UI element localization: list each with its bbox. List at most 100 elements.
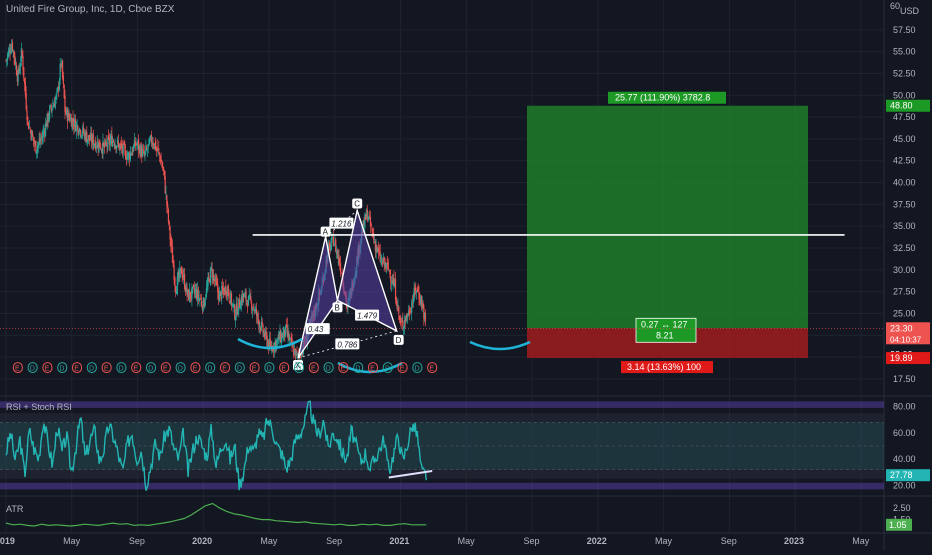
marker-letter: E bbox=[222, 366, 227, 373]
candle-body bbox=[228, 292, 230, 300]
candle-body bbox=[17, 69, 19, 82]
candle-body bbox=[370, 224, 372, 227]
candle-body bbox=[369, 215, 371, 217]
candle-body bbox=[119, 145, 121, 149]
candle-body bbox=[158, 152, 161, 156]
price-tick-label: 27.50 bbox=[893, 287, 916, 297]
price-tick-label: 17.50 bbox=[893, 374, 916, 384]
candle-body bbox=[109, 140, 111, 146]
marker-letter: E bbox=[74, 366, 79, 373]
symbol-title[interactable]: United Fire Group, Inc, 1D, Cboe BZX bbox=[6, 4, 174, 15]
candle-body bbox=[75, 123, 77, 132]
price-tick-label: 57.50 bbox=[893, 25, 916, 35]
candle-body bbox=[37, 143, 39, 147]
price-tick-label: 52.50 bbox=[893, 68, 916, 78]
marker-letter: D bbox=[355, 366, 360, 373]
candle-body bbox=[340, 273, 342, 275]
candle-body bbox=[164, 176, 166, 194]
candle-body bbox=[21, 51, 23, 56]
candle-body bbox=[261, 321, 263, 324]
candle-body bbox=[28, 122, 30, 130]
candle-body bbox=[335, 239, 337, 252]
candle-body bbox=[276, 338, 279, 342]
marker-letter: D bbox=[59, 366, 64, 373]
atr-pane-label: ATR bbox=[6, 504, 24, 514]
candle-body bbox=[99, 147, 102, 150]
marker-letter: D bbox=[385, 366, 390, 373]
price-tick-label: 37.50 bbox=[893, 199, 916, 209]
candle-body bbox=[200, 298, 202, 300]
price-tick-label: 30.00 bbox=[893, 265, 916, 275]
candle-body bbox=[102, 140, 104, 154]
candle-body bbox=[146, 149, 149, 150]
candle-body bbox=[395, 298, 397, 306]
vertex-b-label: B bbox=[334, 303, 339, 312]
candle-body bbox=[50, 106, 52, 109]
vertex-a-label: A bbox=[323, 228, 329, 237]
marker-letter: E bbox=[281, 366, 286, 373]
x-axis-label: Sep bbox=[129, 536, 145, 546]
candle-body bbox=[32, 133, 34, 137]
rsi-ob-band bbox=[0, 401, 884, 408]
candle-body bbox=[411, 302, 413, 313]
target-label: 25.77 (111.90%) 3782.8 bbox=[615, 93, 710, 103]
candle-body bbox=[219, 290, 221, 292]
candle-body bbox=[28, 126, 31, 128]
x-axis-label: Sep bbox=[721, 536, 737, 546]
price-tick-label: 40.00 bbox=[893, 178, 916, 188]
candle-body bbox=[116, 145, 118, 149]
price-tick-label: 42.50 bbox=[893, 156, 916, 166]
x-axis-label: May bbox=[63, 536, 81, 546]
candle-body bbox=[259, 325, 261, 328]
marker-letter: D bbox=[237, 366, 242, 373]
stop-label: 3.14 (13.63%) 100 bbox=[627, 362, 701, 372]
candle-body bbox=[25, 93, 27, 110]
marker-letter: E bbox=[370, 366, 375, 373]
candle-body bbox=[215, 279, 217, 283]
price-tick-label: 55.00 bbox=[893, 47, 916, 57]
x-axis-label: 2023 bbox=[784, 536, 804, 546]
candle-body bbox=[81, 133, 83, 135]
candle-body bbox=[205, 298, 207, 301]
candle-body bbox=[144, 151, 146, 156]
candle-body bbox=[23, 67, 25, 79]
candle-body bbox=[136, 144, 138, 146]
candle-body bbox=[404, 320, 406, 323]
candle-body bbox=[167, 203, 169, 208]
candle-body bbox=[36, 145, 39, 152]
candle-body bbox=[149, 139, 151, 142]
marker-letter: D bbox=[267, 366, 272, 373]
stop-price-tag: 19.89 bbox=[890, 353, 913, 363]
candle-body bbox=[27, 118, 29, 120]
candle-body bbox=[172, 260, 174, 267]
candle-body bbox=[424, 313, 427, 321]
candle-body bbox=[122, 143, 124, 154]
price-tick-label: 50.00 bbox=[893, 90, 916, 100]
chart-stage[interactable]: 57.50 55.00 52.50 50.00 47.50 45.00 42.50 40.00… bbox=[0, 0, 932, 550]
rsi-tick-label: 60.00 bbox=[893, 428, 916, 438]
x-axis-label: 2019 bbox=[0, 536, 15, 546]
candle-body bbox=[54, 99, 56, 108]
candle-body bbox=[209, 267, 212, 285]
rsi-os-band bbox=[0, 482, 884, 490]
rsi-tick-label: 40.00 bbox=[893, 454, 916, 464]
candle-body bbox=[207, 277, 209, 287]
candle-body bbox=[79, 130, 81, 136]
candle-body bbox=[269, 338, 271, 346]
candle-body bbox=[137, 139, 140, 151]
candle-body bbox=[402, 320, 404, 327]
currency-label: USD bbox=[900, 6, 920, 16]
candle-body bbox=[285, 324, 287, 337]
candle-body bbox=[333, 244, 335, 247]
candle-body bbox=[99, 139, 101, 148]
candle-body bbox=[55, 94, 57, 100]
candle-body bbox=[11, 42, 14, 51]
chart-canvas[interactable]: 57.50 55.00 52.50 50.00 47.50 45.00 42.50 40.00… bbox=[0, 0, 932, 550]
candle-body bbox=[176, 277, 178, 294]
candle-body bbox=[146, 147, 148, 150]
rsi-tick-label: 80.00 bbox=[893, 402, 916, 412]
candle-body bbox=[95, 141, 97, 150]
candle-body bbox=[199, 299, 201, 301]
candle-body bbox=[107, 137, 109, 150]
candle-body bbox=[154, 140, 157, 150]
